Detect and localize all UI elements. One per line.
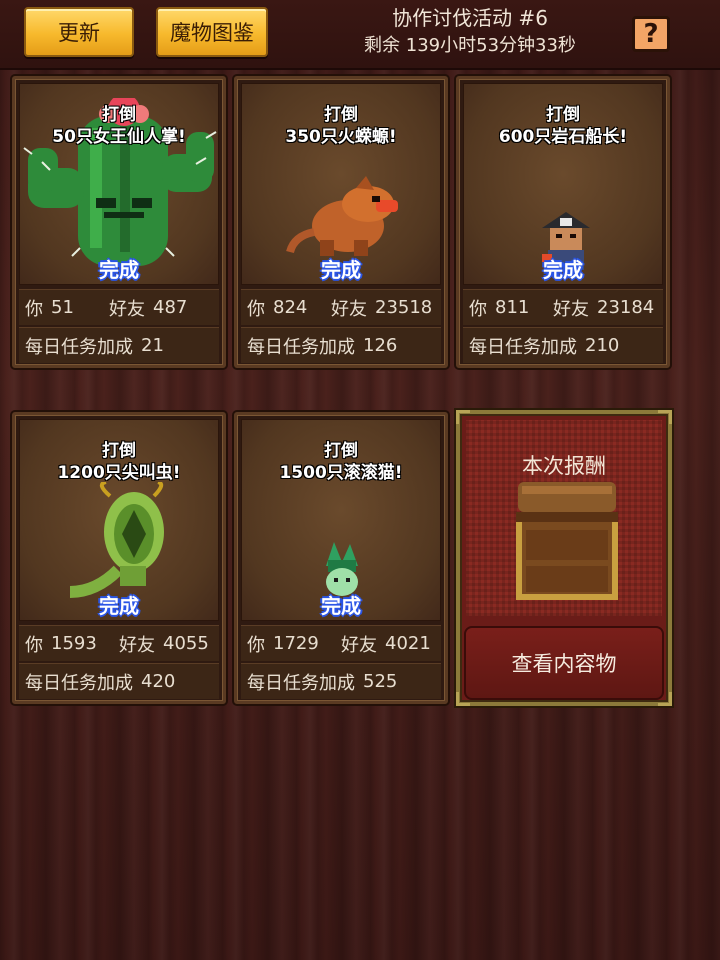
complete-badge: 完成 <box>99 594 139 618</box>
progress-row: 你 811 好友 23184 <box>463 289 663 325</box>
quest-card-fire-salamander[interactable]: 打倒 350只火蝾螈! 完成 你 824 好友 23518 每日任务加成 126 <box>234 76 448 368</box>
complete-badge: 完成 <box>543 258 583 282</box>
bestiary-button[interactable]: 魔物图鉴 <box>156 7 268 57</box>
daily-bonus-value: 525 <box>363 671 398 692</box>
question-mark-icon: ? <box>643 19 659 49</box>
complete-badge: 完成 <box>99 258 139 282</box>
view-contents-button[interactable]: 查看内容物 <box>464 626 664 700</box>
friends-count: 4021 <box>385 633 431 654</box>
ornament-corner <box>658 692 672 706</box>
your-count: 1729 <box>273 633 319 654</box>
quest-card-rolling-cat[interactable]: 打倒 1500只滚滚猫! 完成 你 1729 好友 4021 每日任务加成 525 <box>234 412 448 704</box>
quest-goal: 打倒 600只岩石船长! <box>498 105 628 147</box>
fire-salamander-icon <box>286 176 398 256</box>
quest-goal: 打倒 1200只尖叫虫! <box>57 441 181 483</box>
bonus-row: 每日任务加成 21 <box>19 327 219 363</box>
reward-title: 本次报酬 <box>522 454 606 478</box>
treasure-chest-icon <box>516 482 618 600</box>
event-title: 协作讨伐活动 #6 <box>392 6 548 30</box>
ornament-corner <box>456 410 470 424</box>
quest-goal: 打倒 350只火蝾螈! <box>285 105 397 147</box>
quest-artwork-panel: 打倒 50只女王仙人掌! 完成 <box>19 83 219 285</box>
complete-badge: 完成 <box>321 594 361 618</box>
quest-goal: 打倒 50只女王仙人掌! <box>52 105 186 147</box>
friends-count: 4055 <box>163 633 209 654</box>
quest-goal: 打倒 1500只滚滚猫! <box>279 441 403 483</box>
reward-display: 本次报酬 <box>466 420 662 616</box>
update-button[interactable]: 更新 <box>24 7 134 57</box>
friends-count: 23518 <box>375 297 433 318</box>
quest-artwork-panel: 打倒 350只火蝾螈! 完成 <box>241 83 441 285</box>
friends-count: 23184 <box>597 297 655 318</box>
quest-artwork-panel: 打倒 600只岩石船长! 完成 <box>463 83 663 285</box>
your-count: 811 <box>495 297 530 318</box>
friends-count: 487 <box>153 297 188 318</box>
progress-row: 你 51 好友 487 <box>19 289 219 325</box>
daily-bonus-value: 420 <box>141 671 176 692</box>
progress-row: 你 1593 好友 4055 <box>19 625 219 661</box>
daily-bonus-value: 126 <box>363 335 398 356</box>
top-bar: 更新 魔物图鉴 协作讨伐活动 #6 剩余 139小时53分钟33秒 ? <box>0 0 720 70</box>
ornament-corner <box>658 410 672 424</box>
progress-row: 你 1729 好友 4021 <box>241 625 441 661</box>
quest-artwork-panel: 打倒 1200只尖叫虫! 完成 <box>19 419 219 621</box>
daily-bonus-value: 21 <box>141 335 164 356</box>
progress-row: 你 824 好友 23518 <box>241 289 441 325</box>
bonus-row: 每日任务加成 126 <box>241 327 441 363</box>
quest-card-rock-captain[interactable]: 打倒 600只岩石船长! 完成 你 811 好友 23184 每日任务加成 210 <box>456 76 670 368</box>
event-info: 协作讨伐活动 #6 剩余 139小时53分钟33秒 <box>320 4 620 60</box>
bonus-row: 每日任务加成 420 <box>19 663 219 699</box>
countdown-timer: 剩余 139小时53分钟33秒 <box>364 35 576 56</box>
your-count: 51 <box>51 297 74 318</box>
bonus-row: 每日任务加成 210 <box>463 327 663 363</box>
complete-badge: 完成 <box>321 258 361 282</box>
your-count: 1593 <box>51 633 97 654</box>
daily-bonus-value: 210 <box>585 335 620 356</box>
reward-panel: 本次报酬 查看内容物 <box>456 410 672 706</box>
ornament-corner <box>456 692 470 706</box>
help-button[interactable]: ? <box>632 16 670 52</box>
bonus-row: 每日任务加成 525 <box>241 663 441 699</box>
quest-artwork-panel: 打倒 1500只滚滚猫! 完成 <box>241 419 441 621</box>
your-count: 824 <box>273 297 308 318</box>
quest-card-screaming-bug[interactable]: 打倒 1200只尖叫虫! 完成 你 1593 好友 4055 每日任务加成 420 <box>12 412 226 704</box>
quest-card-queen-cactus[interactable]: 打倒 50只女王仙人掌! 完成 你 51 好友 487 每日任务加成 21 <box>12 76 226 368</box>
